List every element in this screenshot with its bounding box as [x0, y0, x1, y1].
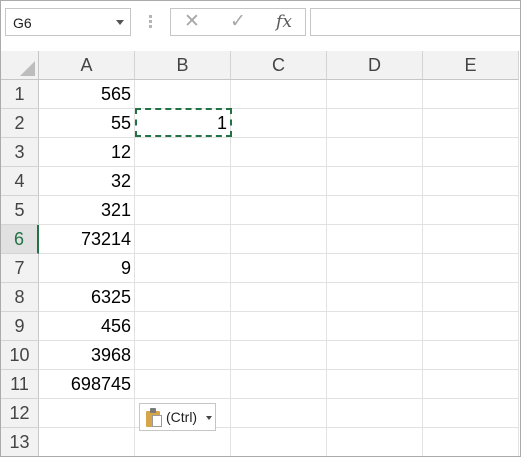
select-all-icon[interactable] [20, 61, 35, 76]
cell-d6[interactable] [327, 225, 423, 254]
cell-c3[interactable] [231, 138, 327, 167]
column-header-c[interactable]: C [231, 51, 327, 80]
cell-c1[interactable] [231, 80, 327, 109]
cell-d2[interactable] [327, 109, 423, 138]
cell-d13[interactable] [327, 428, 423, 456]
name-box[interactable]: G6 [5, 8, 131, 36]
cell-e1[interactable] [423, 80, 519, 109]
cell-a13[interactable] [39, 428, 135, 456]
cell-c11[interactable] [231, 370, 327, 399]
cell-e7[interactable] [423, 254, 519, 283]
cell-d8[interactable] [327, 283, 423, 312]
column-header-e[interactable]: E [423, 51, 519, 80]
paste-options-button[interactable]: (Ctrl) [139, 403, 216, 431]
dropdown-arrow-icon[interactable] [206, 416, 212, 420]
row-header-8[interactable]: 8 [1, 283, 39, 312]
cell-b10[interactable] [135, 341, 231, 370]
row-header-9[interactable]: 9 [1, 312, 39, 341]
cell-e11[interactable] [423, 370, 519, 399]
cell-a4[interactable]: 32 [39, 167, 135, 196]
name-box-value[interactable]: G6 [13, 15, 32, 31]
row-header-13[interactable]: 13 [1, 428, 39, 456]
cell-b5[interactable] [135, 196, 231, 225]
row-header-4[interactable]: 4 [1, 167, 39, 196]
cell-e2[interactable] [423, 109, 519, 138]
column-header-a[interactable]: A [39, 51, 135, 80]
cell-e10[interactable] [423, 341, 519, 370]
cell-e6[interactable] [423, 225, 519, 254]
formula-input[interactable] [310, 8, 520, 36]
cell-b4[interactable] [135, 167, 231, 196]
cell-b9[interactable] [135, 312, 231, 341]
cell-d9[interactable] [327, 312, 423, 341]
select-all-button[interactable] [1, 51, 39, 80]
cell-a7[interactable]: 9 [39, 254, 135, 283]
row-header-1[interactable]: 1 [1, 80, 39, 109]
row-header-7[interactable]: 7 [1, 254, 39, 283]
cell-c4[interactable] [231, 167, 327, 196]
cell-c5[interactable] [231, 196, 327, 225]
spreadsheet-window: G6 ✕ ✓ fx A B C D E 1 565 2 55 1 3 12 4 32 5 321 6 73214 7… [0, 0, 521, 457]
row-header-12[interactable]: 12 [1, 399, 39, 428]
cell-e12[interactable] [423, 399, 519, 428]
column-header-b[interactable]: B [135, 51, 231, 80]
chevron-down-icon[interactable] [116, 20, 124, 25]
cell-b8[interactable] [135, 283, 231, 312]
cell-a12[interactable] [39, 399, 135, 428]
cell-e13[interactable] [423, 428, 519, 456]
insert-function-icon[interactable]: fx [269, 11, 299, 33]
enter-icon[interactable]: ✓ [223, 11, 253, 33]
cell-d3[interactable] [327, 138, 423, 167]
formula-bar: G6 ✕ ✓ fx [1, 1, 520, 47]
cell-c7[interactable] [231, 254, 327, 283]
cell-a6[interactable]: 73214 [39, 225, 135, 254]
cell-a10[interactable]: 3968 [39, 341, 135, 370]
cell-b6[interactable] [135, 225, 231, 254]
row-header-11[interactable]: 11 [1, 370, 39, 399]
cell-e5[interactable] [423, 196, 519, 225]
row-header-6[interactable]: 6 [1, 225, 39, 254]
paste-options-label[interactable]: (Ctrl) [166, 409, 197, 425]
cell-d1[interactable] [327, 80, 423, 109]
formula-buttons: ✕ ✓ fx [170, 8, 306, 36]
cell-d12[interactable] [327, 399, 423, 428]
clipboard-icon[interactable] [146, 408, 162, 427]
cell-a2[interactable]: 55 [39, 109, 135, 138]
cell-e4[interactable] [423, 167, 519, 196]
row-header-3[interactable]: 3 [1, 138, 39, 167]
drag-handle-icon[interactable] [149, 15, 152, 29]
copy-marquee [135, 108, 232, 137]
cell-d10[interactable] [327, 341, 423, 370]
cell-a8[interactable]: 6325 [39, 283, 135, 312]
cell-c6[interactable] [231, 225, 327, 254]
cell-a3[interactable]: 12 [39, 138, 135, 167]
row-header-10[interactable]: 10 [1, 341, 39, 370]
cell-a11[interactable]: 698745 [39, 370, 135, 399]
cell-a5[interactable]: 321 [39, 196, 135, 225]
cell-d7[interactable] [327, 254, 423, 283]
cell-c8[interactable] [231, 283, 327, 312]
cancel-icon[interactable]: ✕ [177, 11, 207, 33]
cell-e3[interactable] [423, 138, 519, 167]
cell-a9[interactable]: 456 [39, 312, 135, 341]
cell-b3[interactable] [135, 138, 231, 167]
cell-b1[interactable] [135, 80, 231, 109]
cell-c12[interactable] [231, 399, 327, 428]
cell-c9[interactable] [231, 312, 327, 341]
cell-a1[interactable]: 565 [39, 80, 135, 109]
cell-d4[interactable] [327, 167, 423, 196]
cell-b7[interactable] [135, 254, 231, 283]
cell-e8[interactable] [423, 283, 519, 312]
cell-c2[interactable] [231, 109, 327, 138]
cell-b11[interactable] [135, 370, 231, 399]
column-header-d[interactable]: D [327, 51, 423, 80]
cell-b13[interactable] [135, 428, 231, 456]
row-header-5[interactable]: 5 [1, 196, 39, 225]
cell-c10[interactable] [231, 341, 327, 370]
cell-d11[interactable] [327, 370, 423, 399]
cell-d5[interactable] [327, 196, 423, 225]
row-header-2[interactable]: 2 [1, 109, 39, 138]
cell-c13[interactable] [231, 428, 327, 456]
cell-e9[interactable] [423, 312, 519, 341]
